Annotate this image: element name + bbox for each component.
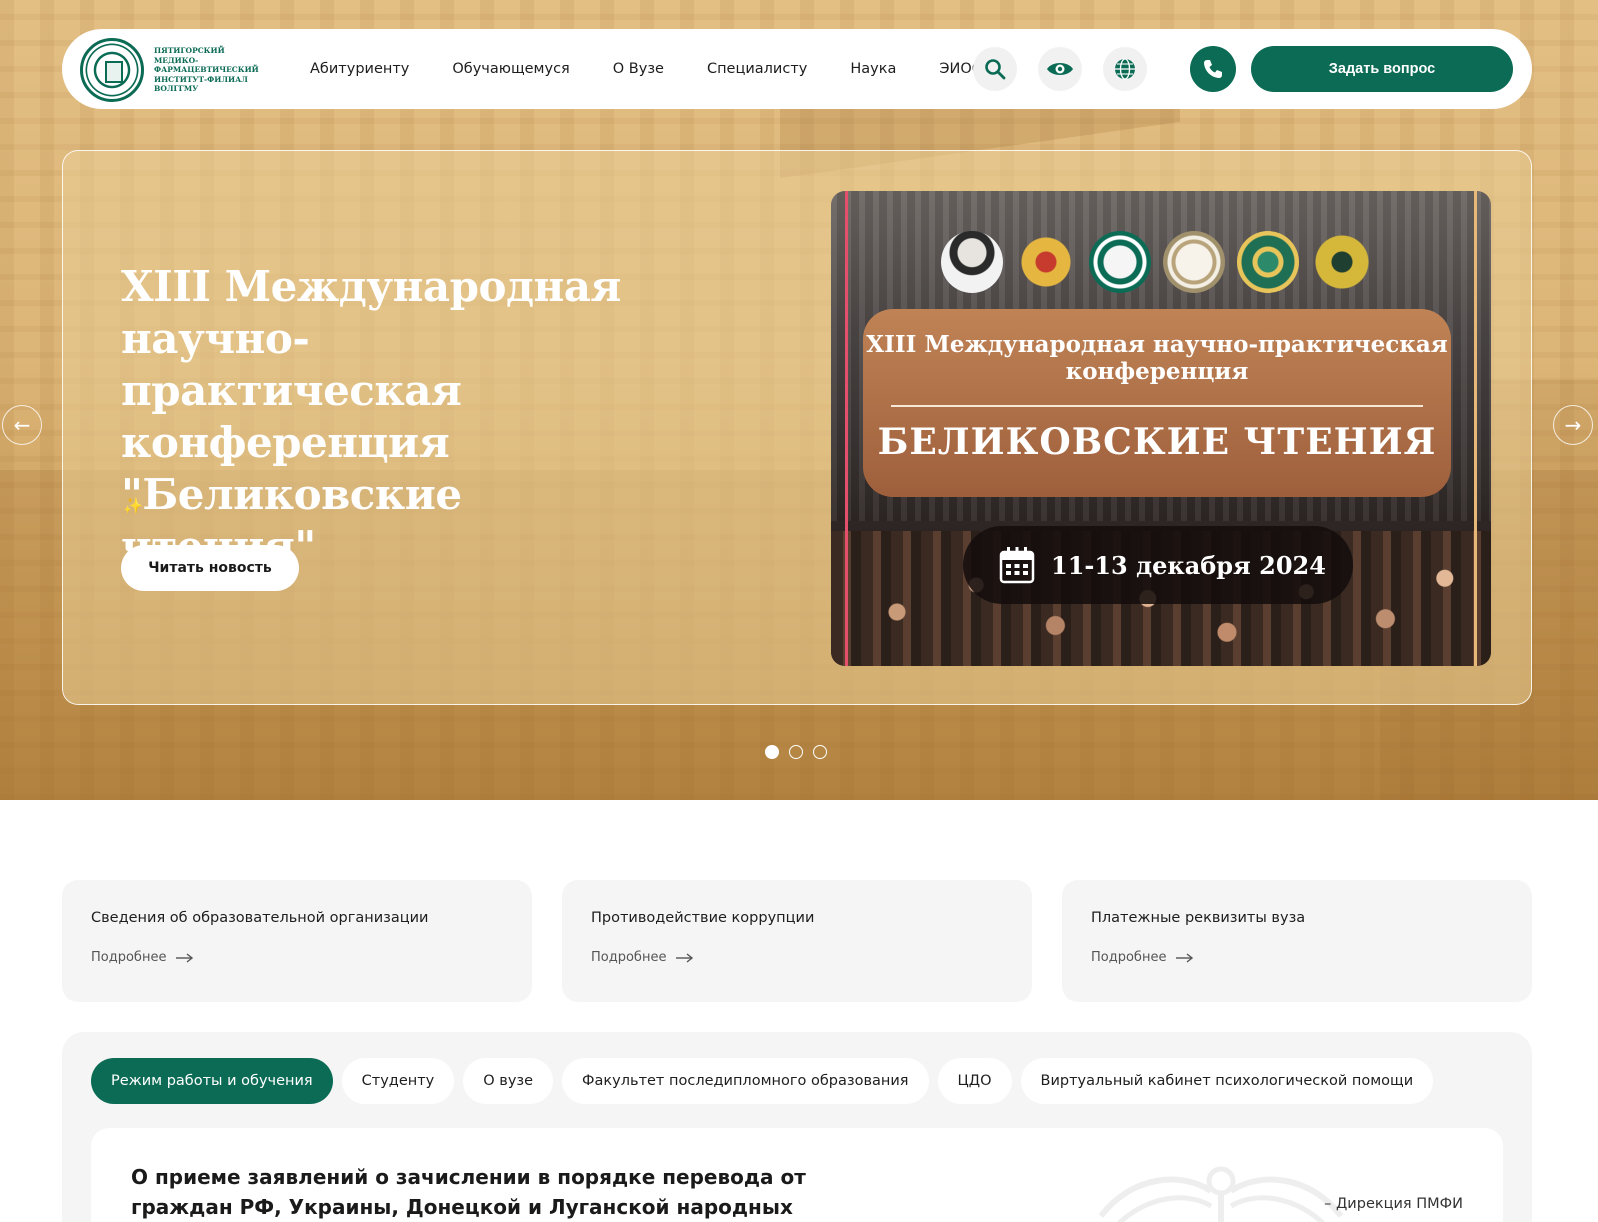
tabs-section: Режим работы и обучения Студенту О вузе …	[62, 1032, 1532, 1222]
slider-dots	[765, 745, 827, 759]
language-button[interactable]	[1103, 47, 1147, 91]
search-icon	[985, 59, 1006, 80]
poster-red-line	[845, 191, 848, 666]
tab-cdo[interactable]: ЦДО	[937, 1058, 1012, 1104]
card-title: Платежные реквизиты вуза	[1091, 910, 1306, 926]
card-more-link[interactable]: Подробнее	[591, 950, 1003, 965]
university-emblem-icon	[1237, 231, 1299, 293]
caduceus-watermark-icon	[1098, 1166, 1344, 1222]
poster-subtitle: XIII Международная научно-практическая к…	[866, 331, 1448, 385]
slider-dot-3[interactable]	[813, 745, 827, 759]
main-nav: Абитуриенту Обучающемуся О Вузе Специали…	[310, 29, 1025, 109]
read-news-button[interactable]: Читать новость	[121, 545, 299, 591]
tab-bar: Режим работы и обучения Студенту О вузе …	[91, 1058, 1434, 1104]
conference-poster[interactable]: XIII Международная научно-практическая к…	[831, 191, 1491, 666]
notice-card: О приеме заявлений о зачислении в порядк…	[91, 1128, 1503, 1222]
coat-of-arms-icon	[1015, 231, 1077, 293]
card-more-label: Подробнее	[591, 950, 667, 965]
nav-item-applicant[interactable]: Абитуриенту	[310, 61, 409, 77]
card-payment-details[interactable]: Платежные реквизиты вуза Подробнее	[1062, 880, 1532, 1002]
poster-emblems	[941, 231, 1373, 293]
calendar-icon	[999, 547, 1035, 584]
card-title: Сведения об образовательной организации	[91, 910, 429, 926]
info-cards: Сведения об образовательной организации …	[62, 880, 1532, 1002]
tab-postgraduate[interactable]: Факультет последипломного образования	[562, 1058, 929, 1104]
tab-about[interactable]: О вузе	[463, 1058, 554, 1104]
notice-title[interactable]: О приеме заявлений о зачислении в порядк…	[131, 1162, 891, 1222]
eye-icon	[1047, 63, 1073, 75]
poster-date-pill: 11-13 декабря 2024	[963, 526, 1353, 604]
hero-slide: XIII Международная научно-практическая к…	[62, 150, 1532, 705]
arrow-right-icon	[1176, 952, 1194, 963]
arrow-left-icon: ←	[13, 413, 31, 437]
arrow-right-icon: →	[1564, 413, 1582, 437]
card-anti-corruption[interactable]: Противодействие коррупции Подробнее	[562, 880, 1032, 1002]
slider-next-button[interactable]: →	[1553, 405, 1593, 445]
phone-icon	[1204, 60, 1222, 78]
institute-emblem-icon	[1089, 231, 1151, 293]
tab-psychological-help[interactable]: Виртуальный кабинет психологической помо…	[1020, 1058, 1434, 1104]
sparkle-icon: ✨	[123, 496, 143, 515]
ask-question-button[interactable]: Задать вопрос	[1251, 46, 1513, 92]
arrow-right-icon	[676, 952, 694, 963]
portrait-icon	[941, 231, 1003, 293]
globe-icon	[1115, 58, 1135, 80]
card-title: Противодействие коррупции	[591, 910, 815, 926]
accessibility-button[interactable]	[1038, 47, 1082, 91]
tab-work-schedule[interactable]: Режим работы и обучения	[91, 1058, 333, 1104]
logo-emblem-icon	[80, 38, 144, 102]
poster-title: БЕЛИКОВСКИЕ ЧТЕНИЯ	[877, 421, 1437, 463]
laurel-emblem-icon	[1311, 231, 1373, 293]
poster-date: 11-13 декабря 2024	[1051, 550, 1326, 580]
tab-student[interactable]: Студенту	[341, 1058, 455, 1104]
logo[interactable]: Пятигорский медико-фармацевтический инст…	[80, 38, 259, 102]
card-more-link[interactable]: Подробнее	[1091, 950, 1503, 965]
poster-divider	[891, 405, 1423, 407]
arrow-right-icon	[176, 952, 194, 963]
card-education-info[interactable]: Сведения об образовательной организации …	[62, 880, 532, 1002]
phone-button[interactable]	[1190, 46, 1236, 92]
slider-dot-1[interactable]	[765, 745, 779, 759]
poster-gold-line	[1474, 191, 1477, 666]
card-more-label: Подробнее	[91, 950, 167, 965]
poster-title-box: XIII Международная научно-практическая к…	[863, 309, 1451, 497]
site-header: Пятигорский медико-фармацевтический инст…	[62, 29, 1532, 109]
card-more-link[interactable]: Подробнее	[91, 950, 503, 965]
nav-item-specialist[interactable]: Специалисту	[707, 61, 807, 77]
slide-title: XIII Международная научно-практическая к…	[121, 262, 621, 571]
nav-item-student[interactable]: Обучающемуся	[452, 61, 569, 77]
slider-dot-2[interactable]	[789, 745, 803, 759]
nav-item-science[interactable]: Наука	[850, 61, 896, 77]
nav-item-about[interactable]: О Вузе	[613, 61, 664, 77]
slider-prev-button[interactable]: ←	[2, 405, 42, 445]
logo-text: Пятигорский медико-фармацевтический инст…	[154, 46, 259, 94]
notice-signature: – Дирекция ПМФИ	[1324, 1196, 1463, 1212]
pharmacy-emblem-icon	[1163, 231, 1225, 293]
search-button[interactable]	[973, 47, 1017, 91]
card-more-label: Подробнее	[1091, 950, 1167, 965]
